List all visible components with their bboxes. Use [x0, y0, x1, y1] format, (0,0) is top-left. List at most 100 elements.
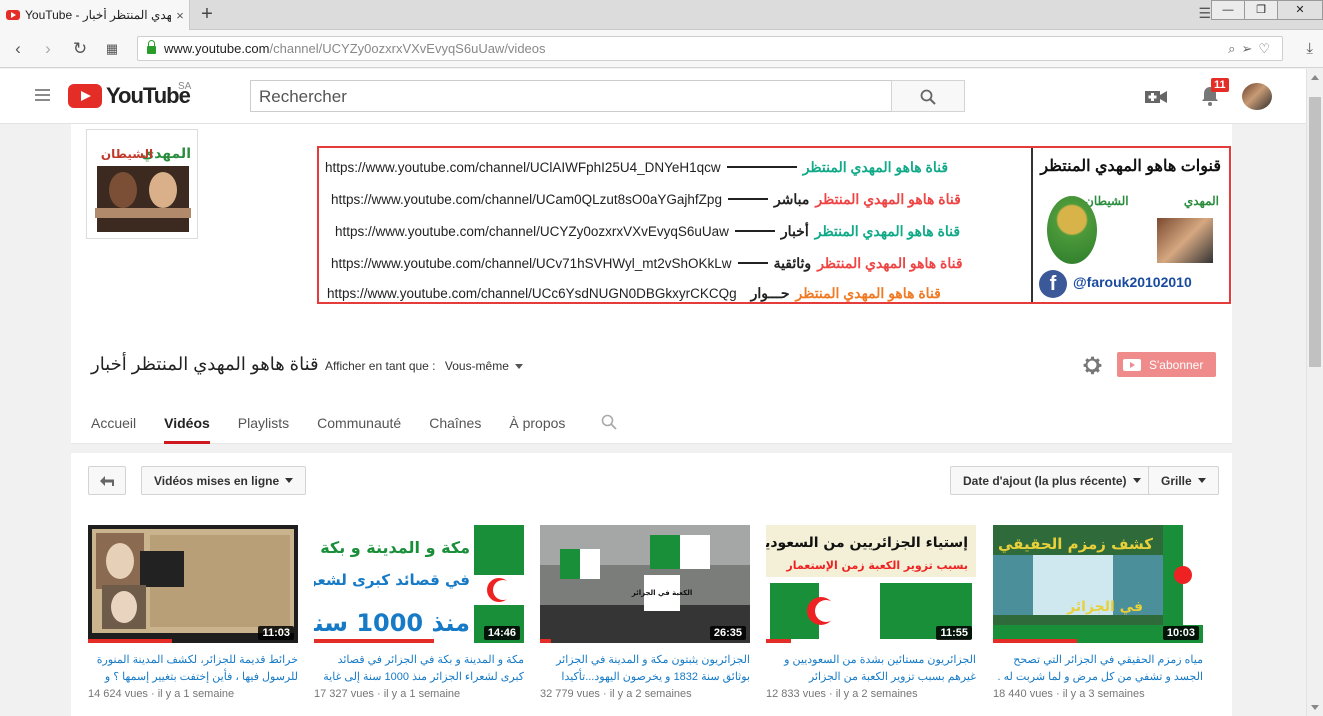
tab-home[interactable]: Accueil: [91, 412, 136, 444]
back-icon[interactable]: ‹: [8, 39, 28, 59]
tab-about[interactable]: À propos: [509, 412, 565, 444]
view-as-selector[interactable]: Afficher en tant que : Vous-même: [325, 359, 523, 373]
video-age: il y a 1 semaine: [383, 688, 461, 700]
banner-row: https://www.youtube.com/channel/UCam0QLz…: [331, 186, 961, 212]
page-scrollbar[interactable]: [1306, 69, 1323, 716]
tab-title: YouTube - المهدي المنتظر أخبار: [25, 8, 171, 22]
search-input[interactable]: Rechercher: [250, 80, 892, 112]
banner-channel-name: قناة هاهو المهدي المنتظر: [802, 158, 949, 175]
url-field[interactable]: www.youtube.com/channel/UCYZy0ozxrxVXvEv…: [137, 36, 1283, 61]
close-window-button[interactable]: ✕: [1277, 0, 1323, 20]
notification-badge: 11: [1211, 78, 1229, 92]
scroll-up-icon[interactable]: [1311, 75, 1319, 80]
banner-dash: [726, 166, 797, 168]
tab-close-icon[interactable]: ×: [171, 8, 189, 23]
banner-url: https://www.youtube.com/channel/UCc6YsdN…: [327, 285, 737, 301]
facebook-icon: f: [1039, 270, 1067, 298]
send-icon[interactable]: ➢: [1241, 41, 1252, 57]
video-card[interactable]: الكعبة في الجزائر 26:35 الجزائريون يثبتو…: [540, 525, 750, 700]
view-mode-label: Grille: [1161, 473, 1192, 488]
banner-row: https://www.youtube.com/channel/UCYZy0oz…: [335, 218, 960, 244]
video-title[interactable]: مياه زمزم الحقيقي في الجزائر التي تصحح ا…: [993, 652, 1204, 686]
search-icon[interactable]: ⌕: [1228, 41, 1235, 57]
tab-menu-icon[interactable]: ☰: [1198, 5, 1211, 22]
video-meta: 14 624 vues · il y a 1 semaine: [88, 688, 235, 700]
video-thumbnail[interactable]: مكة و المدينة و بكة في الجزائر في قصائد …: [314, 525, 524, 643]
reload-icon[interactable]: ↻: [70, 39, 90, 59]
watch-progress-bar: [540, 639, 551, 643]
heart-icon[interactable]: ♡: [1258, 41, 1270, 57]
youtube-logo[interactable]: YouTube SA: [68, 81, 192, 109]
video-meta: 18 440 vues · il y a 3 semaines: [993, 688, 1145, 700]
speed-dial-icon[interactable]: ▦: [102, 39, 122, 59]
video-card[interactable]: كشف زمزم الحقيقي في الجزائر 10:03 مياه ز…: [993, 525, 1203, 700]
videos-section: Vidéos mises en ligne Date d'ajout (la p…: [71, 453, 1232, 716]
scroll-thumb[interactable]: [1309, 97, 1321, 367]
banner-side-label-mahdi: المهدي: [1183, 194, 1219, 208]
video-title[interactable]: الجزائريون مستائين بشدة من السعوديين و غ…: [766, 652, 976, 686]
restore-button[interactable]: ❐: [1244, 0, 1278, 20]
upload-video-icon[interactable]: [1145, 89, 1167, 105]
channel-banner: https://www.youtube.com/channel/UClAIWFp…: [317, 146, 1231, 304]
view-mode-dropdown[interactable]: Grille: [1148, 466, 1219, 495]
tab-community[interactable]: Communauté: [317, 412, 401, 444]
subscribe-button[interactable]: S'abonner: [1117, 352, 1216, 377]
hamburger-menu-icon[interactable]: [35, 89, 50, 104]
banner-dash: [743, 292, 745, 294]
banner-channel-name: قناة هاهو المهدي المنتظر: [814, 222, 961, 239]
facebook-handle: @farouk20102010: [1073, 274, 1192, 290]
thumb-text: مكة و المدينة و بكة في الجزائر: [314, 538, 470, 558]
video-card[interactable]: إستياء الجزائريين من السعوديين بسبب تزوي…: [766, 525, 976, 700]
video-thumbnail[interactable]: كشف زمزم الحقيقي في الجزائر 10:03: [993, 525, 1203, 643]
watch-progress-bar: [314, 639, 434, 643]
chevron-down-icon: [285, 478, 294, 483]
video-duration: 10:03: [1162, 626, 1199, 640]
scroll-down-icon[interactable]: [1311, 705, 1319, 710]
sort-dropdown[interactable]: Date d'ajout (la plus récente): [950, 466, 1154, 495]
banner-dash: [734, 230, 775, 232]
uploads-filter-dropdown[interactable]: Vidéos mises en ligne: [141, 466, 307, 495]
play-logo-icon: [68, 84, 102, 108]
video-duration: 14:46: [483, 626, 520, 640]
banner-dash: [727, 198, 768, 200]
video-views: 12 833 vues: [766, 688, 826, 700]
video-thumbnail[interactable]: الكعبة في الجزائر 26:35: [540, 525, 750, 643]
video-title[interactable]: مكة و المدينة و بكة في الجزائر في قصائد …: [314, 652, 524, 686]
view-as-label: Afficher en tant que :: [325, 359, 436, 373]
channel-search-icon[interactable]: [601, 414, 617, 430]
video-thumbnail[interactable]: 11:03: [88, 525, 298, 643]
video-views: 14 624 vues: [88, 688, 148, 700]
url-actions: ⌕ ➢ ♡: [1228, 41, 1270, 57]
video-meta: 17 327 vues · il y a 1 semaine: [314, 688, 461, 700]
banner-url: https://www.youtube.com/channel/UCv71hSV…: [331, 255, 732, 271]
banner-sidebar: قنوات هاهو المهدي المنتظر المهدي الشيطان…: [1031, 148, 1231, 302]
banner-url: https://www.youtube.com/channel/UCam0QLz…: [331, 191, 722, 207]
video-card[interactable]: 11:03 خرائط قديمة للجزائر، لكشف المدينة …: [88, 525, 298, 700]
tab-videos[interactable]: Vidéos: [164, 412, 210, 444]
search-button[interactable]: [891, 80, 965, 112]
chevron-down-icon: [514, 364, 523, 370]
video-thumbnail[interactable]: إستياء الجزائريين من السعوديين بسبب تزوي…: [766, 525, 976, 643]
minimize-button[interactable]: —: [1211, 0, 1245, 20]
video-age: il y a 2 semaines: [835, 688, 918, 700]
banner-row-label: وثائقية: [773, 254, 812, 271]
channel-avatar[interactable]: المهدي الشيطان: [86, 129, 198, 239]
forward-icon[interactable]: ›: [38, 39, 58, 59]
browser-tab[interactable]: YouTube - المهدي المنتظر أخبار ×: [0, 0, 190, 30]
new-tab-button[interactable]: +: [197, 3, 217, 25]
video-card[interactable]: مكة و المدينة و بكة في الجزائر في قصائد …: [314, 525, 524, 700]
banner-channel-name: قناة هاهو المهدي المنتظر: [817, 254, 963, 271]
tab-channels[interactable]: Chaînes: [429, 412, 481, 444]
video-title[interactable]: خرائط قديمة للجزائر، لكشف المدينة المنور…: [88, 652, 298, 686]
country-code: SA: [178, 81, 192, 92]
youtube-play-icon: [1123, 358, 1141, 371]
back-button[interactable]: [88, 466, 126, 495]
video-age: il y a 2 semaines: [609, 688, 692, 700]
tab-playlists[interactable]: Playlists: [238, 412, 289, 444]
thumb-text: في الجزائر: [1066, 599, 1143, 615]
video-title[interactable]: الجزائريون يثبتون مكة و المدينة في الجزا…: [540, 652, 750, 686]
account-avatar[interactable]: [1242, 83, 1272, 110]
gear-icon[interactable]: [1080, 353, 1104, 377]
download-icon[interactable]: ⤓: [1306, 40, 1313, 57]
url-path: /channel/UCYZy0ozxrxVXvEvyqS6uUaw/videos: [269, 41, 546, 56]
